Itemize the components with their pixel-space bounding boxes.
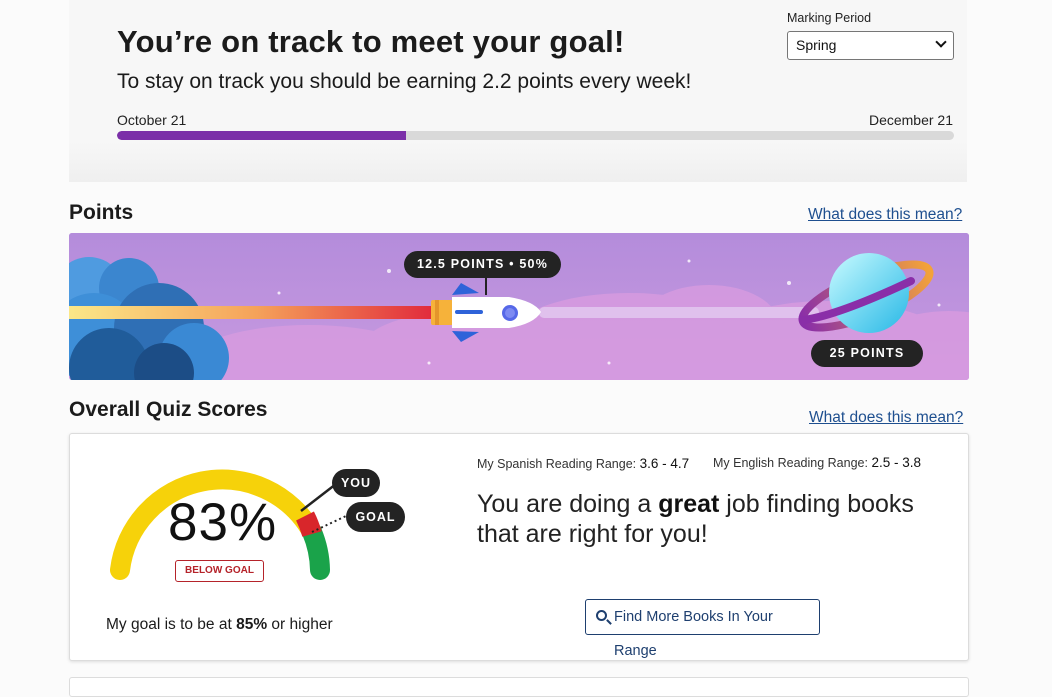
english-range-label: My English Reading Range:	[713, 456, 868, 470]
points-title: Points	[69, 201, 134, 224]
english-range-value: 2.5 - 3.8	[871, 455, 921, 470]
quiz-card: 83% BELOW GOAL YOU GOAL My goal is to be…	[69, 433, 969, 661]
english-reading-range: My English Reading Range: 2.5 - 3.8	[713, 455, 921, 470]
search-icon	[596, 610, 607, 621]
find-button-label: Find More Books In Your Range	[614, 609, 773, 659]
goal-progress-fill	[117, 131, 406, 140]
marking-period-value: Spring	[796, 37, 837, 53]
spanish-reading-range: My Spanish Reading Range: 3.6 - 4.7	[477, 456, 689, 471]
status-badge: BELOW GOAL	[175, 560, 264, 582]
current-points-pill: 12.5 POINTS • 50%	[404, 251, 561, 278]
end-date: December 21	[868, 112, 953, 128]
target-points-pill: 25 POINTS	[811, 340, 923, 367]
goal-marker-pill: GOAL	[346, 502, 405, 532]
spanish-range-label: My Spanish Reading Range:	[477, 457, 637, 471]
points-banner: 12.5 POINTS • 50% 25 POINTS	[69, 233, 969, 380]
goal-prefix: My goal is to be at	[106, 616, 237, 633]
encouragement-message: You are doing a great job finding books …	[477, 489, 947, 549]
start-date: October 21	[117, 112, 187, 128]
goal-headline: You’re on track to meet your goal!	[117, 24, 625, 59]
you-marker-pill: YOU	[332, 469, 380, 497]
marking-period-label: Marking Period	[787, 11, 872, 25]
goal-subline: To stay on track you should be earning 2…	[117, 70, 692, 93]
quiz-help-link[interactable]: What does this mean?	[809, 409, 963, 427]
goal-suffix: or higher	[267, 616, 333, 633]
spanish-range-value: 3.6 - 4.7	[639, 456, 690, 471]
chevron-down-icon	[935, 36, 947, 48]
goal-card: You’re on track to meet your goal! To st…	[69, 0, 967, 182]
goal-value: 85%	[236, 616, 268, 633]
message-part-1: You are doing a	[477, 490, 659, 518]
goal-progress-bar	[117, 131, 954, 140]
marking-period-select[interactable]: Spring	[787, 31, 954, 60]
points-help-link[interactable]: What does this mean?	[808, 206, 962, 224]
quiz-goal-text: My goal is to be at 85% or higher	[106, 616, 333, 634]
quiz-title: Overall Quiz Scores	[69, 398, 268, 421]
find-more-books-button[interactable]: Find More Books In Your Range	[585, 599, 820, 659]
next-card	[69, 677, 969, 697]
message-bold: great	[658, 490, 720, 518]
quiz-score: 83%	[168, 493, 278, 552]
